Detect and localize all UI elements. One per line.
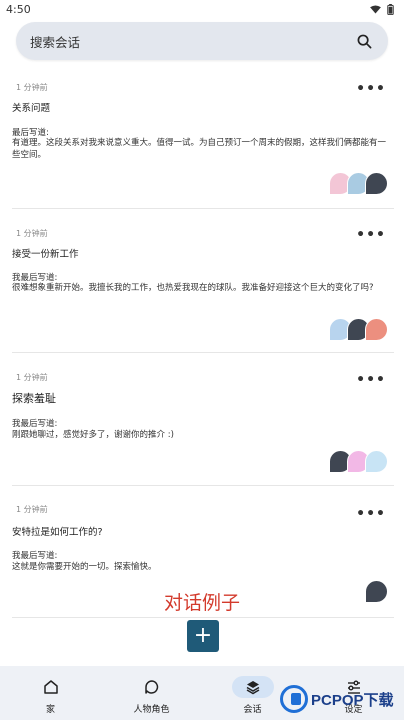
- layers-icon: [246, 681, 259, 695]
- avatar-group: [329, 450, 388, 473]
- more-options-icon[interactable]: •••: [356, 82, 386, 96]
- conversation-card[interactable]: 1 分钟前 ••• 接受一份新工作 我最后写道: 很难想象重新开始。我擅长我的工…: [12, 222, 394, 353]
- conversation-time: 1 分钟前: [16, 373, 48, 382]
- avatar: [365, 318, 388, 341]
- conversation-card[interactable]: 1 分钟前 ••• 探索羞耻 我最后写道: 刚跟她聊过，感觉好多了，谢谢你的推介…: [12, 366, 394, 486]
- more-options-icon[interactable]: •••: [356, 507, 386, 521]
- new-conversation-button[interactable]: +: [187, 620, 219, 652]
- search-icon[interactable]: [357, 34, 372, 49]
- chat-bubble-icon: [144, 680, 158, 694]
- status-time: 4:50: [6, 2, 31, 16]
- conversation-message: 这就是你需要开始的一切。探索愉快。: [12, 562, 157, 572]
- nav-item-home[interactable]: 家: [0, 666, 101, 720]
- promo-caption: 对话例子: [163, 592, 240, 614]
- conversation-message: 有道理。这段关系对我来说意义重大。值得一试。为自己预订一个周末的假期，这样我们俩…: [12, 138, 387, 160]
- watermark-logo: PCPOP下载: [280, 681, 404, 717]
- watermark-text: PCPOP下载: [311, 691, 394, 709]
- conversation-message: 很难想象重新开始。我擅长我的工作，也热爱我现在的球队。我准备好迎接这个巨大的变化…: [12, 283, 374, 293]
- nav-item-personas[interactable]: 人物角色: [101, 666, 202, 720]
- conversation-time: 1 分钟前: [16, 505, 48, 514]
- conversation-title: 接受一份新工作: [12, 249, 79, 260]
- battery-icon: [387, 3, 394, 15]
- search-input[interactable]: 搜索会话: [30, 32, 80, 51]
- status-bar: 4:50: [0, 0, 404, 18]
- conversation-title: 关系问题: [12, 103, 51, 114]
- avatar-group: [329, 318, 388, 341]
- avatar: [365, 172, 388, 195]
- home-icon: [43, 680, 58, 694]
- conversation-card[interactable]: 1 分钟前 ••• 关系问题 最后写道: 有道理。这段关系对我来说意义重大。值得…: [12, 76, 394, 209]
- conversation-message: 刚跟她聊过，感觉好多了，谢谢你的推介 :): [12, 430, 174, 440]
- avatar: [365, 450, 388, 473]
- conversation-time: 1 分钟前: [16, 83, 48, 92]
- more-options-icon[interactable]: •••: [356, 228, 386, 242]
- last-written-label: 我最后写道:: [12, 419, 58, 429]
- more-options-icon[interactable]: •••: [356, 373, 386, 387]
- avatar-group: [329, 172, 388, 195]
- last-written-label: 我最后写道:: [12, 551, 58, 561]
- conversation-title: 探索羞耻: [12, 392, 56, 405]
- wifi-icon: [370, 4, 381, 14]
- conversation-title: 安特拉是如何工作的?: [12, 527, 103, 538]
- search-bar[interactable]: 搜索会话: [16, 22, 388, 60]
- pcpop-logo-icon: [280, 685, 308, 713]
- nav-label: 家: [45, 705, 55, 715]
- conversation-time: 1 分钟前: [16, 229, 48, 238]
- nav-label: 人物角色: [133, 705, 170, 715]
- nav-label: 会话: [243, 705, 262, 715]
